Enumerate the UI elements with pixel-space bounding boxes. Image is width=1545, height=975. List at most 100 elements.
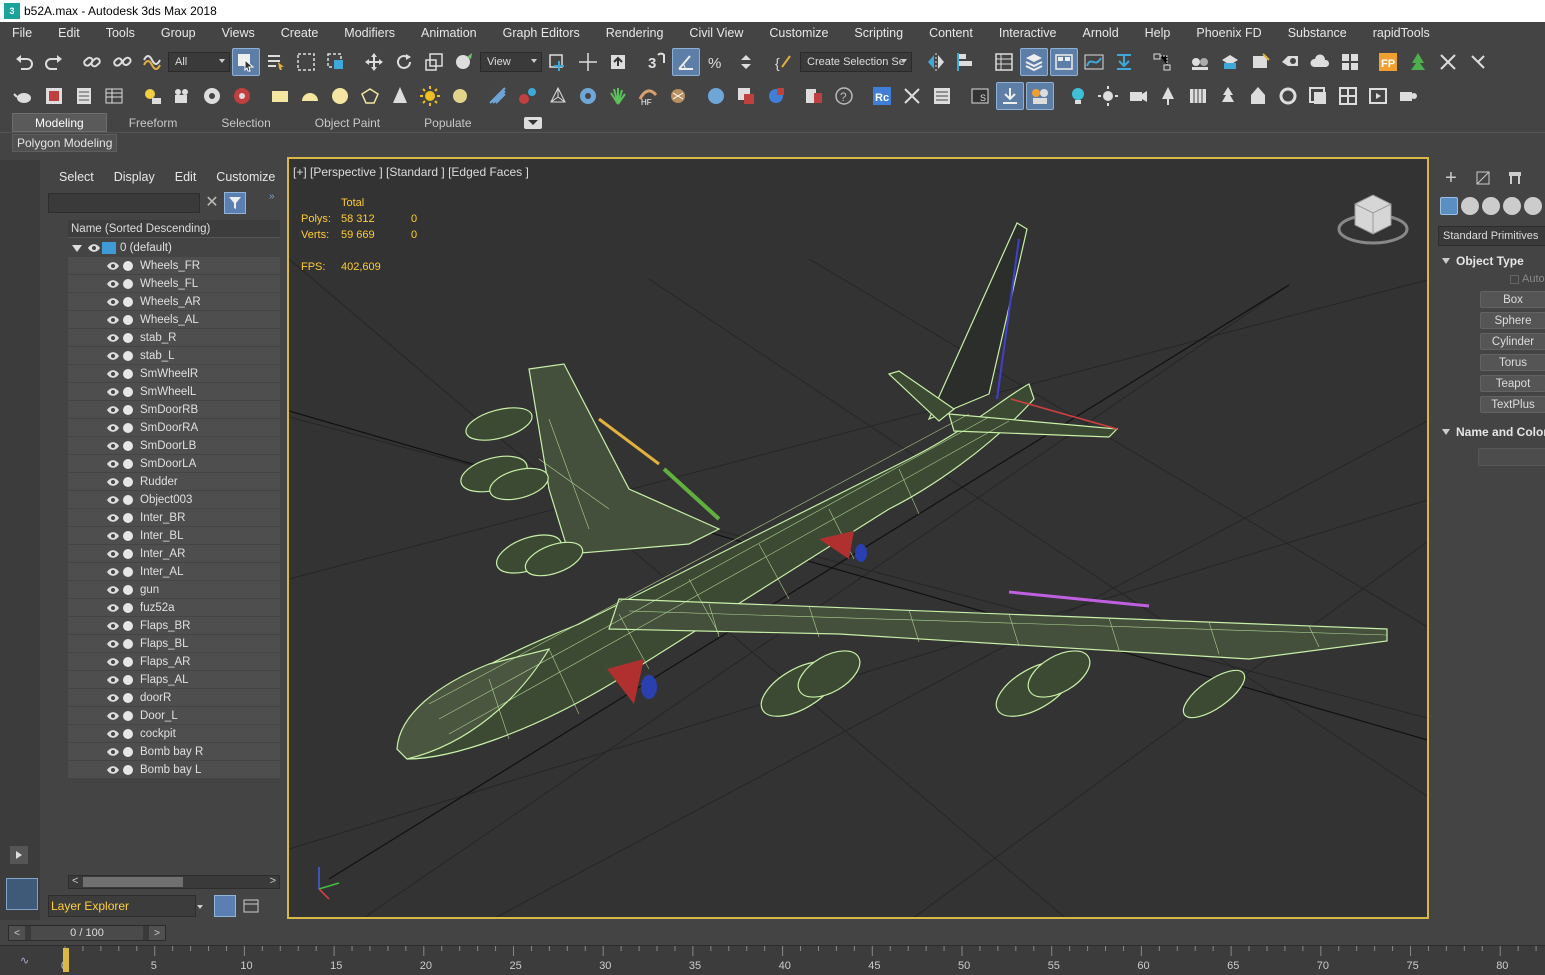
tree-row[interactable]: SmDoorLA <box>68 455 280 473</box>
undo-icon[interactable] <box>10 48 38 76</box>
visibility-eye-icon[interactable] <box>106 369 120 379</box>
dope-sheet-icon[interactable] <box>1110 48 1138 76</box>
array-icon[interactable] <box>484 82 512 110</box>
create-textplus-button[interactable]: TextPlus <box>1480 396 1545 413</box>
freeze-dot-icon[interactable] <box>123 674 133 685</box>
visibility-eye-icon[interactable] <box>106 423 120 433</box>
visibility-eye-icon[interactable] <box>106 693 120 703</box>
menu-file[interactable]: File <box>0 26 45 40</box>
freeze-dot-icon[interactable] <box>123 332 133 343</box>
scene-explorer-mode-icon[interactable] <box>240 895 262 917</box>
menu-content[interactable]: Content <box>916 26 986 40</box>
explorer-horizontal-scrollbar[interactable]: < > <box>68 875 280 889</box>
snaps-toggle-icon[interactable]: 3 <box>642 48 670 76</box>
freeze-dot-icon[interactable] <box>123 440 133 451</box>
menu-tools[interactable]: Tools <box>93 26 148 40</box>
menu-animation[interactable]: Animation <box>408 26 490 40</box>
lights-category-icon[interactable] <box>1482 197 1500 215</box>
select-by-name-icon[interactable] <box>262 48 290 76</box>
freeze-dot-icon[interactable] <box>123 278 133 289</box>
film-reel-icon[interactable] <box>228 82 256 110</box>
visibility-eye-icon[interactable] <box>106 279 120 289</box>
fumefx-icon[interactable]: FP <box>1374 48 1402 76</box>
freeze-dot-icon[interactable] <box>123 260 133 271</box>
previous-frame-button[interactable]: < <box>9 926 25 940</box>
speaker-icon[interactable] <box>198 82 226 110</box>
visibility-eye-icon[interactable] <box>106 549 120 559</box>
menu-create[interactable]: Create <box>268 26 332 40</box>
cameras-category-icon[interactable] <box>1503 197 1521 215</box>
shapes-category-icon[interactable] <box>1461 197 1479 215</box>
tree-row[interactable]: Wheels_FL <box>68 275 280 293</box>
visibility-eye-icon[interactable] <box>106 297 120 307</box>
light-lister-icon[interactable] <box>138 82 166 110</box>
window-crossing-icon[interactable] <box>322 48 350 76</box>
explorer-menu-display[interactable]: Display <box>114 170 155 184</box>
spinner-snap-icon[interactable] <box>732 48 760 76</box>
menu-group[interactable]: Group <box>148 26 209 40</box>
teapot-icon[interactable] <box>10 82 38 110</box>
tree-row[interactable]: Object003 <box>68 491 280 509</box>
expand-arrow-icon[interactable] <box>72 244 82 252</box>
material-map-icon[interactable] <box>732 82 760 110</box>
play-explorer-icon[interactable] <box>10 846 28 864</box>
time-cursor[interactable] <box>63 948 69 972</box>
freeze-dot-icon[interactable] <box>123 458 133 469</box>
window-stack-icon[interactable] <box>1304 82 1332 110</box>
keyboard-shortcut-override-icon[interactable] <box>604 48 632 76</box>
sun-icon[interactable] <box>416 82 444 110</box>
visibility-eye-icon[interactable] <box>106 711 120 721</box>
environment-icon[interactable] <box>762 82 790 110</box>
layer-row[interactable]: 0 (default) <box>68 239 280 257</box>
layer-explorer-toggle-icon[interactable] <box>1020 48 1048 76</box>
tree-row[interactable]: SmWheelL <box>68 383 280 401</box>
visibility-eye-icon[interactable] <box>106 657 120 667</box>
object-type-rollout[interactable]: Object Type <box>1438 251 1545 271</box>
viewport-layout-icon[interactable] <box>6 878 38 910</box>
scripting-listener-icon[interactable]: S <box>966 82 994 110</box>
tree-row[interactable]: Inter_BR <box>68 509 280 527</box>
visibility-eye-icon[interactable] <box>87 243 101 253</box>
ribbon-tab-modeling[interactable]: Modeling <box>12 113 107 132</box>
tree-row[interactable]: stab_R <box>68 329 280 347</box>
autogrid-checkbox[interactable]: AutoG <box>1510 273 1545 285</box>
sunlight-icon[interactable] <box>1094 82 1122 110</box>
freeze-dot-icon[interactable] <box>123 746 133 757</box>
house-icon[interactable] <box>1244 82 1272 110</box>
time-slider-track[interactable]: < 0 / 100 > <box>8 925 166 941</box>
tree-row[interactable]: Inter_AR <box>68 545 280 563</box>
visibility-eye-icon[interactable] <box>106 585 120 595</box>
visibility-eye-icon[interactable] <box>106 531 120 541</box>
media-icon[interactable] <box>1364 82 1392 110</box>
edit-named-selection-icon[interactable]: { <box>770 48 798 76</box>
menu-rapidtools[interactable]: rapidTools <box>1360 26 1443 40</box>
tree-row[interactable]: Bomb bay R <box>68 743 280 761</box>
freeze-dot-icon[interactable] <box>123 710 133 721</box>
freeze-dot-icon[interactable] <box>123 620 133 631</box>
layer-explorer-mode-icon[interactable] <box>214 895 236 917</box>
render-setup-icon[interactable] <box>1216 48 1244 76</box>
visibility-eye-icon[interactable] <box>106 747 120 757</box>
tree-row[interactable]: Flaps_BL <box>68 635 280 653</box>
visibility-eye-icon[interactable] <box>106 315 120 325</box>
render-grid-icon[interactable] <box>1336 48 1364 76</box>
grass-icon[interactable] <box>604 82 632 110</box>
freeze-dot-icon[interactable] <box>123 566 133 577</box>
name-and-color-rollout[interactable]: Name and Color <box>1438 422 1545 442</box>
freeze-dot-icon[interactable] <box>123 476 133 487</box>
polygon-modeling-panel[interactable]: Polygon Modeling <box>12 134 118 152</box>
freeze-dot-icon[interactable] <box>123 530 133 541</box>
menu-modifiers[interactable]: Modifiers <box>331 26 408 40</box>
link-icon[interactable] <box>78 48 106 76</box>
utilities-icon[interactable] <box>898 82 926 110</box>
create-sphere-button[interactable]: Sphere <box>1480 312 1545 329</box>
hierarchy-tab-icon[interactable] <box>1504 167 1526 189</box>
tree-row[interactable]: SmDoorRA <box>68 419 280 437</box>
wire-cube-icon[interactable] <box>544 82 572 110</box>
explorer-menu-customize[interactable]: Customize <box>216 170 275 184</box>
render-to-texture-icon[interactable] <box>800 82 828 110</box>
more-tools-icon[interactable] <box>1464 48 1492 76</box>
visibility-eye-icon[interactable] <box>106 675 120 685</box>
tree-row[interactable]: gun <box>68 581 280 599</box>
lightbulb-icon[interactable] <box>1064 82 1092 110</box>
